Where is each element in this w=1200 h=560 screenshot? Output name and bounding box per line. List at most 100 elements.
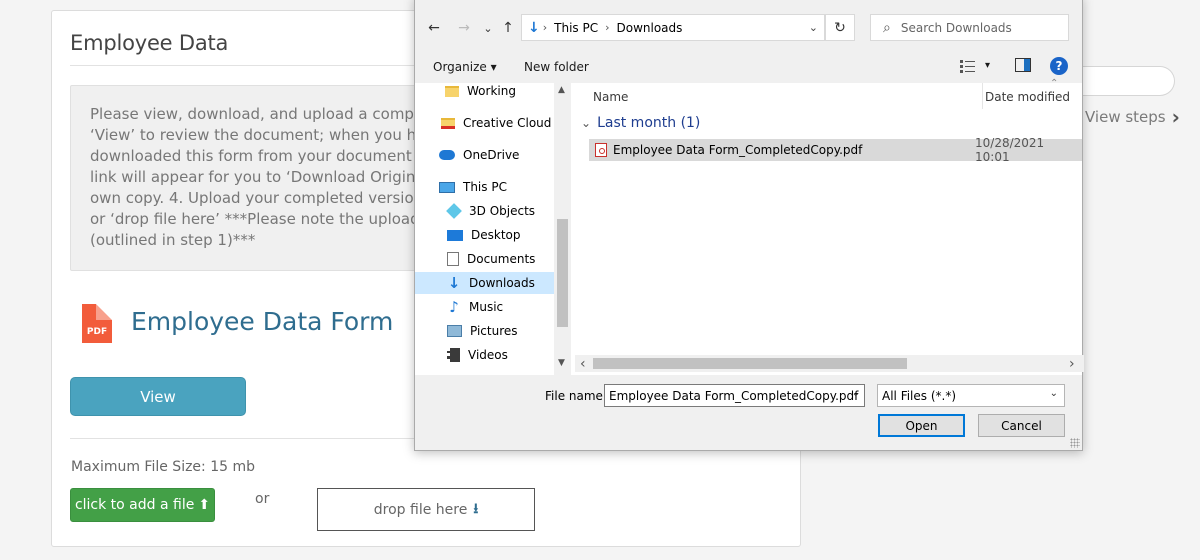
- up-arrow-icon[interactable]: ↑: [499, 19, 517, 37]
- address-row: ← → ⌄ ↑ ↓ › This PC › Downloads ⌄ ↻ ⌕ Se…: [415, 11, 1082, 45]
- file-row[interactable]: Employee Data Form_CompletedCopy.pdf 10/…: [589, 136, 1082, 164]
- chevron-down-icon[interactable]: ⌄: [852, 388, 860, 399]
- drop-file-zone[interactable]: drop file here ⭳: [317, 488, 535, 531]
- nav-item-label: 3D Objects: [469, 204, 536, 218]
- nav-item-label: Documents: [467, 252, 536, 266]
- view-button[interactable]: View: [70, 377, 246, 416]
- refresh-icon: ↻: [834, 19, 846, 36]
- organize-menu[interactable]: Organize ▾: [433, 60, 497, 74]
- nav-item-creative-cloud[interactable]: Creative Cloud Fil: [441, 112, 568, 134]
- upload-arrow-icon: ⬆: [198, 497, 211, 513]
- scroll-left-arrow-icon[interactable]: ‹: [580, 356, 586, 372]
- preview-pane-icon[interactable]: [1015, 58, 1031, 72]
- form-title: Employee Data Form: [131, 307, 394, 336]
- side-input-field[interactable]: [1083, 66, 1175, 96]
- downloads-location-icon: ↓: [528, 19, 540, 36]
- drop-file-label: drop file here: [373, 501, 468, 518]
- nav-item-label: Creative Cloud Fil: [463, 116, 568, 130]
- nav-item-videos[interactable]: Videos: [447, 344, 508, 366]
- nav-item-music[interactable]: ♪ Music: [447, 296, 503, 318]
- open-button[interactable]: Open: [878, 414, 965, 437]
- file-name: Employee Data Form_CompletedCopy.pdf: [613, 143, 863, 157]
- help-icon[interactable]: ?: [1050, 57, 1068, 75]
- nav-item-label: Working: [467, 84, 516, 98]
- downloads-icon: ↓: [447, 274, 461, 292]
- music-icon: ♪: [449, 298, 459, 316]
- pictures-icon: [447, 325, 462, 337]
- column-header-name[interactable]: Name: [593, 90, 628, 104]
- pdf-icon: [595, 143, 607, 157]
- breadcrumb-this-pc[interactable]: This PC: [554, 21, 598, 35]
- this-pc-icon: [439, 181, 455, 193]
- search-icon: ⌕: [883, 19, 891, 36]
- videos-icon: [447, 348, 460, 362]
- nav-item-label: Desktop: [471, 228, 521, 242]
- file-type-select[interactable]: All Files (*.*) ⌄: [877, 384, 1065, 407]
- pdf-icon-label: PDF: [86, 327, 108, 337]
- file-name-value: Employee Data Form_CompletedCopy.pdf: [609, 388, 859, 403]
- file-list-pane: Name Date modified ⌃ ⌄ Last month (1) Em…: [575, 78, 1084, 375]
- address-dropdown-icon[interactable]: ⌄: [809, 21, 818, 34]
- group-label: Last month (1): [597, 115, 701, 131]
- card-title: Employee Data: [70, 31, 229, 55]
- nav-item-label: Pictures: [470, 324, 518, 338]
- 3d-objects-icon: [446, 203, 462, 219]
- breadcrumb-separator: ›: [605, 21, 610, 34]
- folder-icon: [445, 85, 459, 97]
- onedrive-icon: [439, 150, 455, 160]
- scroll-right-arrow-icon[interactable]: ›: [1069, 356, 1075, 372]
- chevron-down-icon: ⌄: [1049, 388, 1058, 399]
- nav-item-label: OneDrive: [463, 148, 520, 162]
- forward-arrow-icon[interactable]: →: [455, 19, 473, 37]
- nav-item-label: Music: [469, 300, 504, 314]
- chevron-down-icon: ⌄: [581, 116, 592, 130]
- breadcrumb-separator: ›: [542, 21, 548, 34]
- nav-item-onedrive[interactable]: OneDrive: [439, 144, 519, 166]
- column-divider[interactable]: [982, 83, 983, 109]
- desktop-icon: [447, 229, 463, 241]
- nav-item-this-pc[interactable]: This PC: [439, 176, 507, 198]
- nav-item-documents[interactable]: Documents: [447, 248, 535, 270]
- nav-item-3d-objects[interactable]: 3D Objects: [446, 200, 536, 222]
- view-steps-label: View steps: [1085, 108, 1166, 126]
- add-file-button[interactable]: click to add a file ⬆: [70, 488, 215, 522]
- back-arrow-icon[interactable]: ←: [425, 19, 443, 37]
- nav-item-label: This PC: [463, 180, 507, 194]
- horizontal-scroll-thumb[interactable]: [593, 358, 907, 369]
- file-open-dialog: ← → ⌄ ↑ ↓ › This PC › Downloads ⌄ ↻ ⌕ Se…: [414, 0, 1084, 451]
- search-input[interactable]: ⌕ Search Downloads: [870, 14, 1069, 41]
- file-name-input[interactable]: Employee Data Form_CompletedCopy.pdf ⌄: [604, 384, 865, 407]
- resize-grip[interactable]: [1070, 438, 1080, 448]
- nav-pane-scroll-thumb[interactable]: [557, 219, 568, 327]
- view-dropdown-icon[interactable]: ▾: [985, 60, 990, 71]
- nav-item-downloads[interactable]: ↓ Downloads: [415, 272, 554, 294]
- dialog-body: Working Creative Cloud Fil OneDrive This…: [415, 78, 1084, 375]
- refresh-button[interactable]: ↻: [825, 14, 855, 41]
- nav-item-label: Videos: [468, 348, 508, 362]
- search-placeholder: Search Downloads: [900, 20, 1012, 35]
- add-file-label: click to add a file: [74, 497, 195, 513]
- column-header-date-modified[interactable]: Date modified: [985, 90, 1070, 104]
- chevron-right-icon: ›: [1171, 105, 1180, 129]
- group-header-last-month[interactable]: ⌄ Last month (1): [581, 115, 700, 131]
- breadcrumb-downloads[interactable]: Downloads: [617, 21, 683, 35]
- scroll-up-arrow-icon[interactable]: ▲: [558, 85, 565, 95]
- cancel-button[interactable]: Cancel: [978, 414, 1065, 437]
- nav-item-working[interactable]: Working: [445, 83, 516, 102]
- view-steps-link[interactable]: View steps ›: [1085, 105, 1180, 129]
- view-options-icon[interactable]: [959, 58, 977, 74]
- max-file-size-text: Maximum File Size: 15 mb: [71, 459, 256, 475]
- horizontal-scrollbar[interactable]: ‹ ›: [575, 355, 1084, 372]
- sort-indicator-icon: ⌃: [1050, 78, 1059, 89]
- scroll-down-arrow-icon[interactable]: ▼: [558, 358, 565, 368]
- nav-item-pictures[interactable]: Pictures: [447, 320, 518, 342]
- nav-pane-scrollbar[interactable]: ▲ ▼: [554, 83, 571, 375]
- recent-locations-icon[interactable]: ⌄: [479, 19, 497, 37]
- file-type-value: All Files (*.*): [882, 388, 957, 403]
- nav-item-desktop[interactable]: Desktop: [447, 224, 521, 246]
- file-name-label: File name:: [545, 389, 607, 403]
- dialog-toolbar: Organize ▾ New folder ▾ ?: [415, 51, 1082, 83]
- new-folder-button[interactable]: New folder: [524, 60, 589, 74]
- address-bar[interactable]: ↓ › This PC › Downloads ⌄: [521, 14, 825, 41]
- download-arrow-icon: ⭳: [473, 500, 479, 517]
